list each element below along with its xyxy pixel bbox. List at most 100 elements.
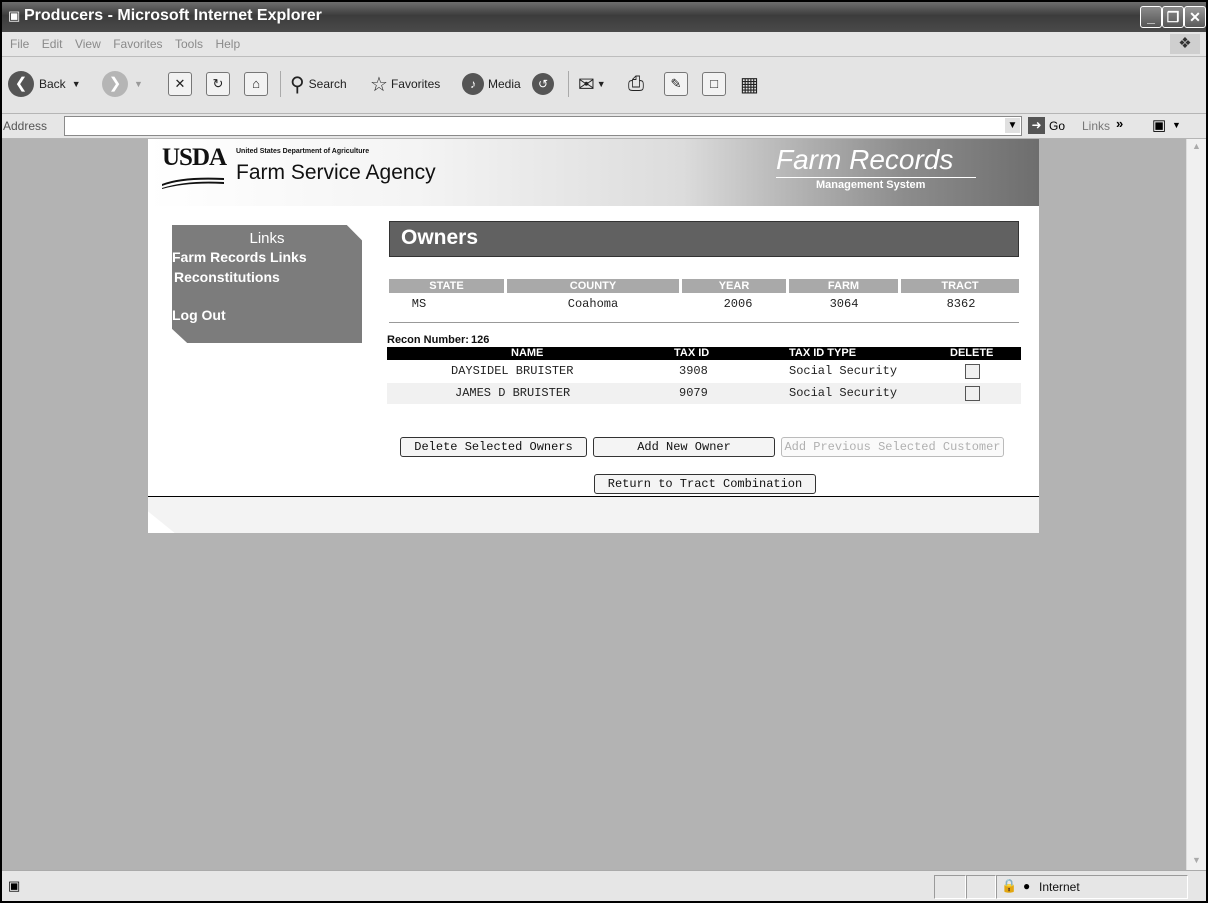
delete-checkbox[interactable] bbox=[965, 386, 980, 401]
refresh-icon: ↻ bbox=[206, 72, 230, 96]
translate-icon[interactable]: ▣ bbox=[1152, 116, 1166, 134]
menu-help[interactable]: Help bbox=[215, 37, 240, 51]
favorites-button[interactable]: ☆ Favorites bbox=[370, 69, 440, 99]
owner-tax-id-type: Social Security bbox=[789, 386, 898, 400]
system-subtitle: Management System bbox=[816, 179, 926, 191]
links-button[interactable]: Links bbox=[1082, 119, 1110, 133]
go-arrow-icon[interactable]: ➜ bbox=[1028, 117, 1045, 134]
media-button[interactable]: ♪ Media bbox=[462, 69, 521, 99]
usda-logo-icon bbox=[162, 177, 224, 189]
chevron-right-icon[interactable]: » bbox=[1116, 116, 1123, 131]
agency-name: Farm Service Agency bbox=[236, 161, 436, 184]
return-to-tract-combination-button[interactable]: Return to Tract Combination bbox=[594, 474, 816, 494]
scroll-up-icon[interactable]: ▲ bbox=[1190, 141, 1203, 154]
links-panel: Links Farm Records Links Reconstitutions… bbox=[172, 225, 362, 343]
discuss-button[interactable]: □ bbox=[702, 69, 726, 99]
link-log-out[interactable]: Log Out bbox=[172, 307, 226, 323]
address-input[interactable]: ▼ bbox=[64, 116, 1022, 136]
toolbar: ❮ Back ▼ ❯ ▼ ✕ ↻ ⌂ ⚲ Search ☆ Favorites … bbox=[2, 57, 1206, 114]
title-underline bbox=[776, 177, 976, 178]
dropdown-arrow-icon[interactable]: ▼ bbox=[1172, 120, 1181, 130]
minimize-button[interactable]: _ bbox=[1140, 6, 1162, 28]
scroll-down-icon[interactable]: ▼ bbox=[1190, 855, 1203, 868]
year-value: 2006 bbox=[723, 297, 753, 311]
name-header: NAME bbox=[511, 347, 544, 359]
tax-id-type-header: TAX ID TYPE bbox=[789, 347, 857, 359]
owner-name: DAYSIDEL BRUISTER bbox=[451, 364, 574, 378]
print-button[interactable]: ⎙ bbox=[628, 69, 644, 99]
recon-number: 126 bbox=[471, 334, 490, 346]
go-button[interactable]: Go bbox=[1049, 119, 1065, 133]
menu-view[interactable]: View bbox=[75, 37, 101, 51]
delete-selected-owners-button[interactable]: Delete Selected Owners bbox=[400, 437, 587, 457]
department-name: United States Department of Agriculture bbox=[236, 148, 370, 155]
add-new-owner-button[interactable]: Add New Owner bbox=[593, 437, 775, 457]
home-button[interactable]: ⌂ bbox=[244, 69, 268, 99]
stop-button[interactable]: ✕ bbox=[168, 69, 192, 99]
lock-icon: 🔒 bbox=[1001, 878, 1018, 893]
status-bar: ▣ 🔒 ● Internet bbox=[2, 870, 1206, 901]
owners-table-header: NAME TAX ID TAX ID TYPE DELETE bbox=[387, 347, 1021, 360]
windows-logo-icon: ❖ bbox=[1170, 34, 1200, 54]
home-icon: ⌂ bbox=[244, 72, 268, 96]
ie-page-icon: ▣ bbox=[8, 8, 21, 23]
system-title: Farm Records bbox=[776, 144, 954, 175]
recon-label: Recon Number: bbox=[387, 334, 469, 346]
chevron-down-icon[interactable]: ▼ bbox=[1005, 118, 1020, 133]
close-button[interactable]: ✕ bbox=[1184, 6, 1206, 28]
title-bar: ▣ Producers - Microsoft Internet Explore… bbox=[2, 2, 1206, 32]
add-previous-customer-button[interactable]: Add Previous Selected Customer bbox=[781, 437, 1004, 457]
menu-tools[interactable]: Tools bbox=[175, 37, 203, 51]
usda-logo-text: USDA bbox=[162, 144, 227, 171]
vertical-scrollbar[interactable]: ▲ ▼ bbox=[1186, 139, 1206, 870]
dropdown-arrow-icon: ▼ bbox=[71, 79, 81, 89]
menu-favorites[interactable]: Favorites bbox=[113, 37, 162, 51]
edit-button[interactable]: ✎ bbox=[664, 69, 688, 99]
delete-checkbox[interactable] bbox=[965, 364, 980, 379]
menu-edit[interactable]: Edit bbox=[42, 37, 63, 51]
page-footer bbox=[148, 497, 1039, 533]
discuss-icon: □ bbox=[702, 72, 726, 96]
menu-file[interactable]: File bbox=[10, 37, 29, 51]
col-county-header: COUNTY bbox=[507, 279, 679, 293]
fsa-banner: USDA United States Department of Agricul… bbox=[148, 139, 1039, 206]
maximize-button[interactable]: ❐ bbox=[1162, 6, 1184, 28]
state-value: MS bbox=[411, 297, 427, 311]
dropdown-arrow-icon: ▼ bbox=[596, 79, 606, 89]
mail-icon: ✉ bbox=[578, 73, 595, 96]
forward-button[interactable]: ❯ ▼ bbox=[102, 69, 143, 99]
col-tract-header: TRACT bbox=[901, 279, 1019, 293]
dropdown-arrow-icon: ▼ bbox=[134, 79, 143, 89]
media-label: Media bbox=[488, 77, 521, 91]
favorites-label: Favorites bbox=[390, 77, 441, 91]
back-label: Back bbox=[39, 77, 66, 91]
search-icon: ⚲ bbox=[290, 73, 305, 96]
links-header: Links bbox=[249, 230, 285, 247]
delete-header: DELETE bbox=[950, 347, 994, 359]
county-value: Coahoma bbox=[567, 297, 619, 311]
globe-icon: ● bbox=[1023, 879, 1031, 893]
zone-label: Internet bbox=[1039, 880, 1080, 894]
divider bbox=[389, 322, 1019, 323]
history-icon: ↺ bbox=[532, 73, 554, 95]
owners-header: Owners bbox=[389, 221, 1019, 257]
address-label: Address bbox=[3, 119, 48, 133]
menu-bar: File Edit View Favorites Tools Help ❖ bbox=[2, 32, 1206, 57]
mail-button[interactable]: ✉ ▼ bbox=[578, 69, 606, 99]
link-farm-records-links[interactable]: Farm Records Links bbox=[172, 249, 307, 265]
owner-name: JAMES D BRUISTER bbox=[455, 386, 571, 400]
media-icon: ♪ bbox=[462, 73, 484, 95]
farm-value: 3064 bbox=[829, 297, 859, 311]
tract-value: 8362 bbox=[946, 297, 976, 311]
refresh-button[interactable]: ↻ bbox=[206, 69, 230, 99]
page-viewport: USDA United States Department of Agricul… bbox=[2, 139, 1186, 870]
search-button[interactable]: ⚲ Search bbox=[290, 69, 347, 99]
stop-icon: ✕ bbox=[168, 72, 192, 96]
window-title: Producers - Microsoft Internet Explorer bbox=[24, 7, 322, 24]
page-title: Owners bbox=[401, 226, 479, 249]
link-reconstitutions[interactable]: Reconstitutions bbox=[174, 269, 280, 285]
history-button[interactable]: ↺ bbox=[532, 69, 554, 99]
back-button[interactable]: ❮ Back ▼ bbox=[8, 69, 81, 99]
research-button[interactable]: ▦ bbox=[740, 69, 759, 99]
table-row: DAYSIDEL BRUISTER 3908 Social Security bbox=[387, 361, 1021, 382]
